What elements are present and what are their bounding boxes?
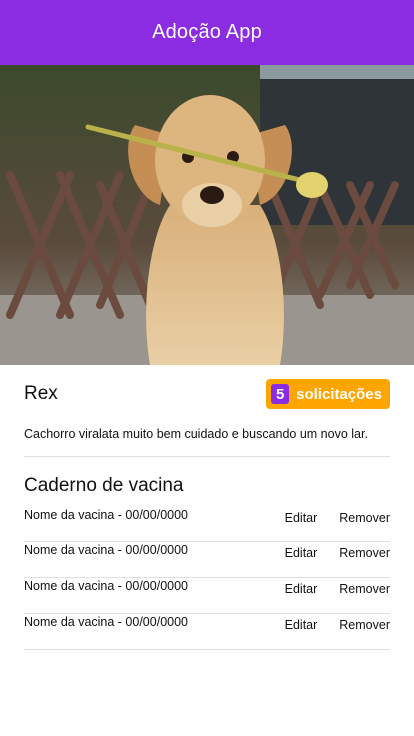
edit-vaccine-button[interactable]: Editar bbox=[285, 511, 318, 525]
pet-details: Rex 5 solicitações Cachorro viralata mui… bbox=[0, 365, 414, 650]
vaccine-row: Nome da vacina - 00/00/0000 Editar Remov… bbox=[24, 542, 390, 578]
pet-header: Rex 5 solicitações bbox=[24, 365, 390, 423]
vaccine-row: Nome da vacina - 00/00/0000 Editar Remov… bbox=[24, 614, 390, 650]
pet-description: Cachorro viralata muito bem cuidado e bu… bbox=[24, 427, 390, 457]
vaccine-row: Nome da vacina - 00/00/0000 Editar Remov… bbox=[24, 578, 390, 614]
requests-label: solicitações bbox=[296, 385, 382, 403]
dog-photo-illustration bbox=[0, 65, 414, 365]
vaccine-name: Nome da vacina - 00/00/0000 bbox=[24, 543, 188, 557]
vaccine-name: Nome da vacina - 00/00/0000 bbox=[24, 615, 188, 629]
requests-badge[interactable]: 5 solicitações bbox=[266, 379, 390, 409]
vaccine-actions: Editar Remover bbox=[285, 546, 390, 560]
edit-vaccine-button[interactable]: Editar bbox=[285, 546, 318, 560]
vaccine-actions: Editar Remover bbox=[285, 618, 390, 632]
requests-count: 5 bbox=[271, 384, 290, 404]
remove-vaccine-button[interactable]: Remover bbox=[339, 511, 390, 525]
app-title: Adoção App bbox=[152, 21, 262, 43]
vaccine-actions: Editar Remover bbox=[285, 582, 390, 596]
vaccine-list: Nome da vacina - 00/00/0000 Editar Remov… bbox=[24, 507, 390, 650]
vaccine-actions: Editar Remover bbox=[285, 511, 390, 525]
remove-vaccine-button[interactable]: Remover bbox=[339, 618, 390, 632]
vaccine-section-title: Caderno de vacina bbox=[24, 475, 184, 496]
remove-vaccine-button[interactable]: Remover bbox=[339, 582, 390, 596]
remove-vaccine-button[interactable]: Remover bbox=[339, 546, 390, 560]
app-bar: Adoção App bbox=[0, 0, 414, 65]
edit-vaccine-button[interactable]: Editar bbox=[285, 618, 318, 632]
pet-name: Rex bbox=[24, 383, 58, 404]
edit-vaccine-button[interactable]: Editar bbox=[285, 582, 318, 596]
vaccine-name: Nome da vacina - 00/00/0000 bbox=[24, 579, 188, 593]
vaccine-name: Nome da vacina - 00/00/0000 bbox=[24, 508, 188, 522]
vaccine-row: Nome da vacina - 00/00/0000 Editar Remov… bbox=[24, 507, 390, 542]
pet-photo bbox=[0, 65, 414, 365]
